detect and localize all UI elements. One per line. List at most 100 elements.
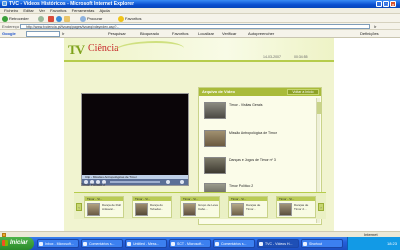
strip-card[interactable]: Timor - Vi... Danças de Timor... — [228, 196, 268, 218]
taskbar-item-label: Untitled - Mess... — [133, 242, 160, 246]
video-title[interactable]: Timor Político 2 — [229, 184, 253, 188]
toolbar: Retroceder Procurar Favoritos — [0, 14, 400, 23]
card-text[interactable]: Danças de Timor... — [246, 203, 267, 211]
google-autofill[interactable]: Autopreencher — [248, 31, 274, 37]
card-thumbnail[interactable] — [279, 203, 292, 216]
taskbar-item-label: Comentários s... — [221, 242, 247, 246]
forward-button[interactable] — [38, 15, 45, 22]
video-list-item[interactable]: Missão Antropológica de Timor — [200, 127, 314, 152]
strip-next-button[interactable]: › — [318, 203, 324, 211]
card-header: Timor - Vi... — [85, 197, 123, 201]
taskbar-item[interactable]: Comentários s... — [81, 239, 123, 248]
ie-icon — [2, 1, 7, 6]
google-check[interactable]: Verificar — [222, 31, 236, 37]
card-header: Timor - Vi... — [181, 197, 219, 201]
search-button[interactable]: Procurar — [80, 15, 102, 22]
google-go-button[interactable]: Ir — [62, 31, 64, 37]
logo-tv[interactable]: TV — [68, 42, 85, 58]
video-thumbnail[interactable] — [204, 157, 226, 174]
app-icon — [83, 242, 87, 246]
strip-prev-button[interactable]: ‹ — [76, 203, 82, 211]
minimize-button[interactable]: _ — [376, 1, 382, 7]
maximize-button[interactable]: □ — [383, 1, 389, 7]
volume-icon[interactable] — [166, 180, 170, 184]
video-title[interactable]: Timor - Visitas Gerais — [229, 103, 262, 107]
panel-header: Arquivo de Vídeo Voltar a Início — [199, 88, 321, 96]
refresh-button[interactable] — [56, 15, 63, 22]
card-thumbnail[interactable] — [231, 203, 244, 216]
card-text[interactable]: Dança do Tebedai... — [150, 203, 171, 211]
strip-card[interactable]: Timor - Vi... Dança do Tebedai... — [132, 196, 172, 218]
start-button[interactable]: Iniciar — [0, 237, 34, 250]
google-logo: Google — [2, 31, 16, 36]
card-text[interactable]: Grupo de Leva Cabo... — [198, 203, 219, 211]
page-header: TV Ciência 14-03-2007 00:34:55 — [64, 38, 334, 62]
search-label: Procurar — [87, 16, 103, 21]
video-title[interactable]: Danças e Jogos de Timor nº 3 — [229, 158, 276, 162]
star-icon — [118, 15, 124, 22]
video-list-item[interactable]: Danças e Jogos de Timor nº 3 — [200, 154, 314, 179]
header-date: 14-03-2007 — [263, 55, 281, 59]
address-label: Endereço — [2, 24, 20, 29]
taskbar: Iniciar Inbox - Microsoft... Comentários… — [0, 237, 400, 250]
address-input[interactable]: http://www.tvciencia.pt/tvcarq/pages/tvc… — [20, 24, 370, 29]
window-titlebar: TVC - Vídeos Históricos - Microsoft Inte… — [0, 0, 400, 8]
card-thumbnail[interactable] — [183, 203, 196, 216]
card-thumbnail[interactable] — [87, 203, 100, 216]
google-find[interactable]: Localizar — [198, 31, 214, 37]
close-button[interactable]: × — [390, 1, 396, 7]
address-bar: Endereço http://www.tvciencia.pt/tvcarq/… — [0, 23, 400, 30]
strip-card[interactable]: Timor - Vi... Dança de Roll Ankavar... — [84, 196, 124, 218]
taskbar-item[interactable]: Untitled - Mess... — [125, 239, 167, 248]
back-arrow-icon — [2, 15, 8, 22]
clock[interactable]: 18:23 — [387, 241, 397, 246]
google-settings[interactable]: Definições — [360, 31, 379, 37]
video-strip: ‹ Timor - Vi... Dança de Roll Ankavar...… — [74, 192, 326, 219]
card-thumbnail[interactable] — [135, 203, 148, 216]
google-search-button[interactable]: Pesquisar — [108, 31, 126, 37]
taskbar-item[interactable]: Comentários s... — [213, 239, 255, 248]
stop-icon — [48, 15, 54, 22]
video-thumbnail[interactable] — [204, 102, 226, 119]
video-player[interactable]: Clip - Missões Antropológicas de Timor — [81, 93, 189, 186]
card-text[interactable]: Danças de Timor 2... — [294, 203, 315, 211]
panel-title: Arquivo de Vídeo — [202, 89, 235, 94]
panel-tab-button[interactable]: Voltar a Início — [287, 89, 319, 95]
card-header: Timor - Vi... — [229, 197, 267, 201]
forward-arrow-icon — [38, 15, 44, 22]
browser-content: TV Ciência 14-03-2007 00:34:55 Clip - Mi… — [0, 38, 400, 231]
video-progress-bar[interactable] — [110, 181, 160, 183]
google-bookmarks[interactable]: Favoritos — [172, 31, 188, 37]
refresh-icon — [56, 15, 62, 22]
strip-card[interactable]: Timor - Vi... Grupo de Leva Cabo... — [180, 196, 220, 218]
video-list-item[interactable]: Timor - Visitas Gerais — [200, 99, 314, 124]
taskbar-item[interactable]: Shortcut — [301, 239, 343, 248]
search-icon — [80, 15, 86, 22]
window-title: TVC - Vídeos Históricos - Microsoft Inte… — [9, 1, 135, 7]
home-button[interactable] — [64, 15, 71, 22]
favorites-button[interactable]: Favoritos — [118, 15, 141, 22]
video-title[interactable]: Missão Antropológica de Timor — [229, 131, 277, 135]
stop-button[interactable] — [48, 15, 55, 22]
go-button[interactable]: Ir — [374, 24, 376, 29]
google-popup-blocked[interactable]: Bloqueado — [140, 31, 159, 37]
start-label: Iniciar — [10, 240, 28, 246]
taskbar-item-active[interactable]: TVC - Vídeos H... — [257, 239, 299, 248]
back-label: Retroceder — [9, 16, 29, 21]
card-text[interactable]: Dança de Roll Ankavar... — [102, 203, 123, 211]
system-tray: 18:23 — [347, 237, 400, 250]
back-button[interactable]: Retroceder — [2, 15, 29, 22]
fullscreen-icon[interactable] — [180, 180, 184, 184]
app-icon — [171, 242, 175, 246]
taskbar-item[interactable]: SCT - Microsoft... — [169, 239, 211, 248]
player-label: Timor Político 2 — [81, 183, 106, 187]
video-thumbnail[interactable] — [204, 130, 226, 147]
header-divider — [64, 60, 334, 62]
taskbar-item[interactable]: Inbox - Microsoft... — [37, 239, 79, 248]
google-search-input[interactable] — [26, 31, 60, 37]
favorites-label: Favoritos — [125, 16, 142, 21]
app-icon — [259, 242, 263, 246]
scrollbar-thumb[interactable] — [317, 102, 321, 114]
app-icon — [127, 242, 131, 246]
strip-card[interactable]: Timor - Vi... Danças de Timor 2... — [276, 196, 316, 218]
